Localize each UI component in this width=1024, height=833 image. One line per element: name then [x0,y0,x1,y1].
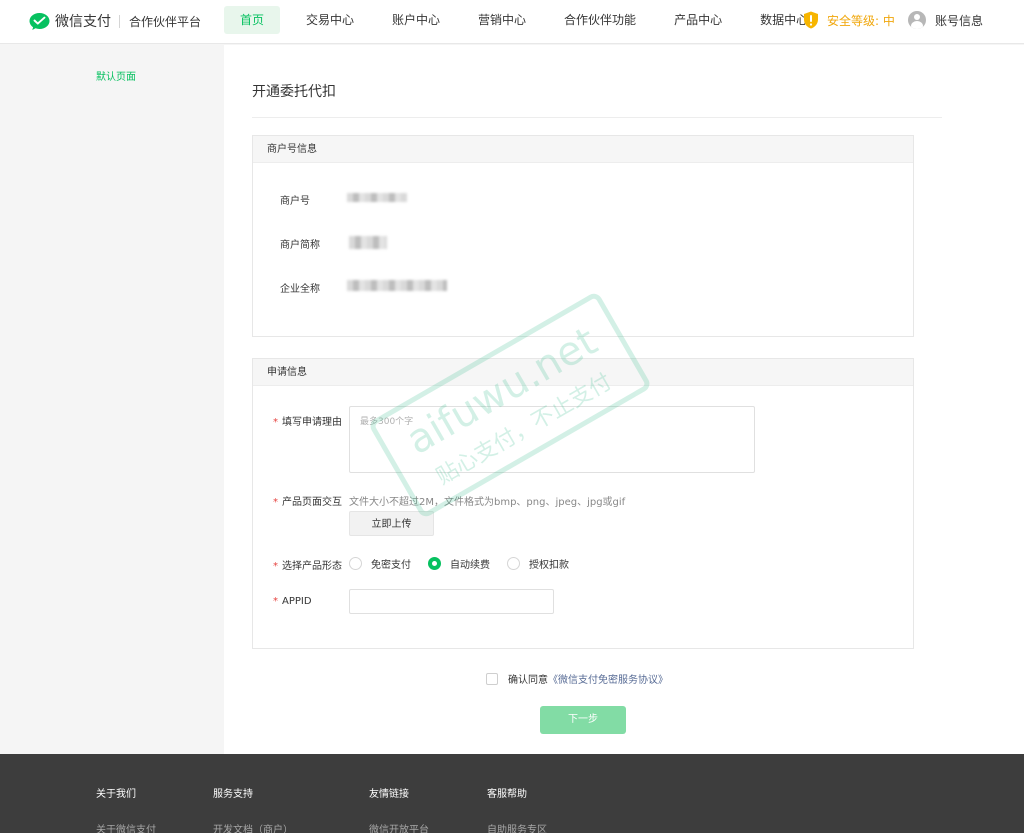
footer-column-help: 客服帮助 自助服务专区 [487,785,547,833]
required-mark: * [273,596,278,607]
merchant-info-panel-title: 商户号信息 [253,136,913,163]
product-form-label: * 选择产品形态 [273,557,342,572]
appid-input[interactable] [349,589,554,614]
footer-heading: 友情链接 [369,789,409,800]
account-info[interactable]: 账号信息 [908,11,983,29]
footer-column-links: 友情链接 微信开放平台 [369,785,429,833]
footer-link[interactable]: 关于微信支付 [96,821,156,833]
application-info-panel: 申请信息 * 填写申请理由 最多300个字 * 产品页面交互 文件大小不超过2M，文… [252,358,914,649]
top-header: 微信支付 合作伙伴平台 首页 交易中心 账户中心 营销中心 合作伙伴功能 产品中… [0,0,1024,44]
page-title: 开通委托代扣 [252,84,336,100]
company-full-name-label: 企业全称 [280,284,320,295]
radio-auto-renew[interactable] [428,557,441,570]
footer-heading: 关于我们 [96,789,136,800]
appid-label: * APPID [273,596,312,607]
required-mark: * [273,497,278,508]
application-info-panel-title: 申请信息 [253,359,913,386]
product-page-label: * 产品页面交互 [273,493,342,508]
footer-column-support: 服务支持 开发文档（商户） [213,785,293,833]
footer: 关于我们 关于微信支付 服务支持 开发文档（商户） 友情链接 微信开放平台 客服… [0,754,1024,833]
main-content: 开通委托代扣 商户号信息 商户号 商户简称 企业全称 申请信息 * 填写申请理由 … [224,45,1024,754]
reason-label-text: 填写申请理由 [282,417,342,428]
merchant-short-name-label: 商户简称 [280,240,320,251]
avatar-icon [908,11,926,29]
sidebar: 默认页面 [0,45,224,754]
merchant-info-panel: 商户号信息 商户号 商户简称 企业全称 [252,135,914,337]
footer-link[interactable]: 微信开放平台 [369,821,429,833]
shield-warning-icon [804,11,818,29]
footer-column-about: 关于我们 关于微信支付 [96,785,156,833]
reason-label: * 填写申请理由 [273,413,342,428]
agreement-row: 确认同意 《微信支付免密服务协议》 [486,671,668,686]
merchant-id-label: 商户号 [280,196,310,207]
agreement-link[interactable]: 《微信支付免密服务协议》 [548,671,668,686]
company-full-name-value-redacted [347,280,447,291]
security-level-label: 安全等级: 中 [827,13,895,28]
radio-auto-renew-label[interactable]: 自动续费 [450,556,490,571]
agree-checkbox[interactable] [486,672,498,685]
radio-passwordless-pay-label[interactable]: 免密支付 [371,556,411,571]
sidebar-item-default-page[interactable]: 默认页面 [96,68,136,83]
footer-heading: 客服帮助 [487,789,527,800]
required-mark: * [273,561,278,572]
footer-heading: 服务支持 [213,789,253,800]
footer-link[interactable]: 开发文档（商户） [213,821,293,833]
radio-authorized-deduction[interactable] [507,557,520,570]
nav-partner-functions[interactable]: 合作伙伴功能 [548,6,652,34]
upload-button[interactable]: 立即上传 [349,511,434,536]
security-level[interactable]: 安全等级: 中 [803,11,895,29]
account-info-label: 账号信息 [935,13,984,28]
nav-home[interactable]: 首页 [224,6,280,34]
platform-name: 合作伙伴平台 [129,14,202,29]
product-form-label-text: 选择产品形态 [282,561,342,572]
nav-marketing-center[interactable]: 营销中心 [462,6,542,34]
title-divider [252,117,942,118]
wechat-pay-logo[interactable]: 微信支付 合作伙伴平台 [29,10,201,32]
reason-textarea[interactable]: 最多300个字 [349,406,755,473]
footer-link[interactable]: 自助服务专区 [487,821,547,833]
merchant-id-value-redacted [347,193,407,202]
wechat-pay-logo-icon [29,12,50,30]
nav-account-center[interactable]: 账户中心 [376,6,456,34]
required-mark: * [273,417,278,428]
nav-trade-center[interactable]: 交易中心 [290,6,370,34]
radio-authorized-deduction-label[interactable]: 授权扣款 [529,556,569,571]
agree-text: 确认同意 [508,675,548,686]
upload-hint: 文件大小不超过2M，文件格式为bmp、png、jpeg、jpg或gif [349,497,626,508]
product-form-radio-group: 免密支付 自动续费 授权扣款 [349,556,586,571]
merchant-short-name-value-redacted [349,236,387,249]
radio-passwordless-pay[interactable] [349,557,362,570]
main-nav: 首页 交易中心 账户中心 营销中心 合作伙伴功能 产品中心 数据中心 [224,6,830,34]
logo-text: 微信支付 [55,14,111,30]
logo-divider [119,14,120,28]
appid-label-text: APPID [282,596,312,607]
product-page-label-text: 产品页面交互 [282,497,342,508]
next-step-button[interactable]: 下一步 [540,706,626,734]
nav-product-center[interactable]: 产品中心 [658,6,738,34]
